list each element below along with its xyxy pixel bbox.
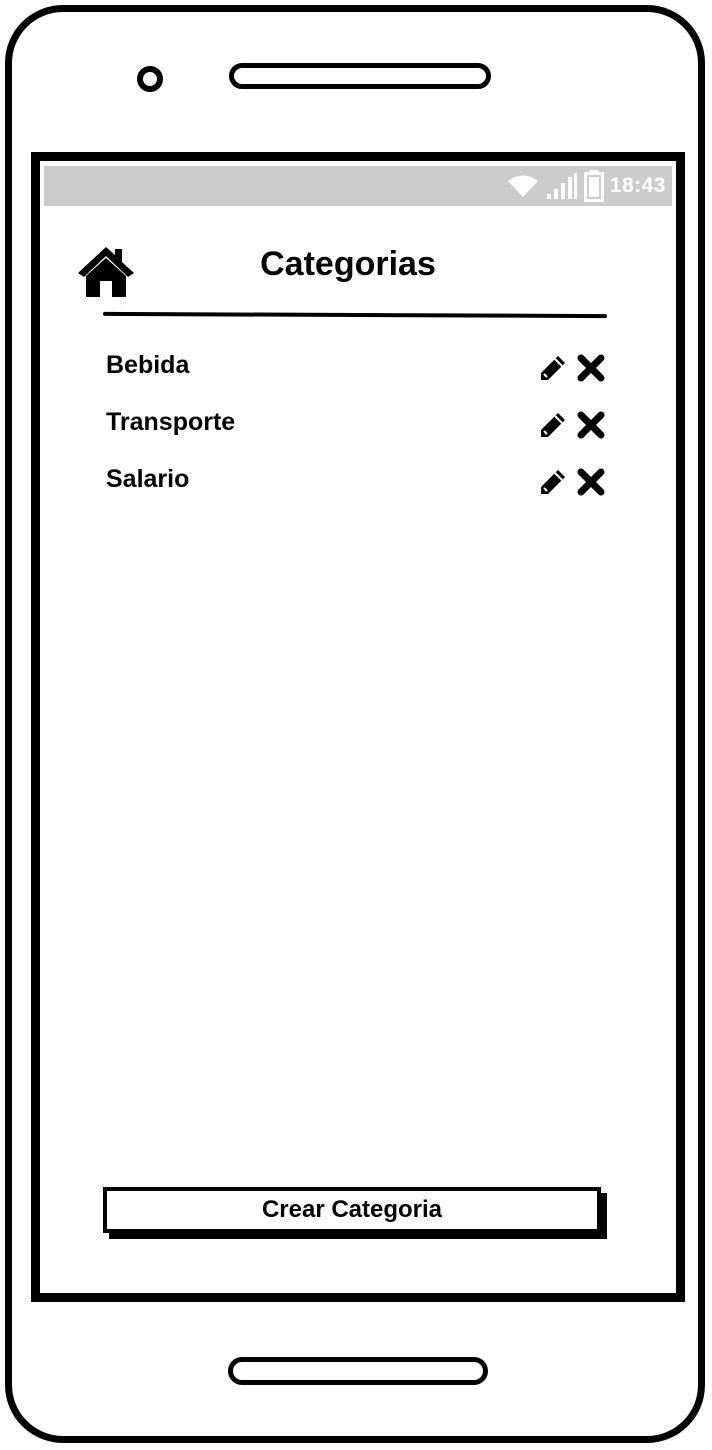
signal-icon (546, 173, 577, 199)
page-title: Categorias (40, 245, 676, 284)
pencil-icon[interactable] (538, 410, 568, 440)
list-item: Bebida (106, 347, 606, 404)
app-header: Categorias (40, 233, 676, 313)
page-title-text: Categorias (260, 245, 436, 283)
list-item: Salario (106, 461, 606, 518)
close-icon[interactable] (576, 410, 606, 440)
category-actions (538, 467, 606, 497)
category-actions (538, 353, 606, 383)
category-name: Bebida (106, 351, 190, 379)
battery-icon (583, 170, 604, 202)
wifi-icon (507, 175, 538, 197)
status-icons: 18:43 (506, 166, 666, 206)
header-divider (102, 311, 608, 319)
hardware-home-button[interactable] (228, 1357, 488, 1385)
category-actions (538, 410, 606, 440)
status-time: 18:43 (609, 174, 666, 197)
category-list: Bebida Transporte Salario (106, 347, 606, 518)
status-bar: 18:43 (44, 166, 672, 206)
close-icon[interactable] (576, 467, 606, 497)
create-category-button[interactable]: Crear Categoria (103, 1187, 601, 1233)
pencil-icon[interactable] (538, 353, 568, 383)
front-camera (137, 66, 163, 92)
category-name: Transporte (106, 408, 236, 436)
category-name: Salario (106, 465, 190, 493)
list-item: Transporte (106, 404, 606, 461)
close-icon[interactable] (576, 353, 606, 383)
phone-screen: 18:43 Categorias Bebida Transporte Salar… (31, 152, 685, 1302)
pencil-icon[interactable] (538, 467, 568, 497)
earpiece-speaker (229, 63, 491, 89)
